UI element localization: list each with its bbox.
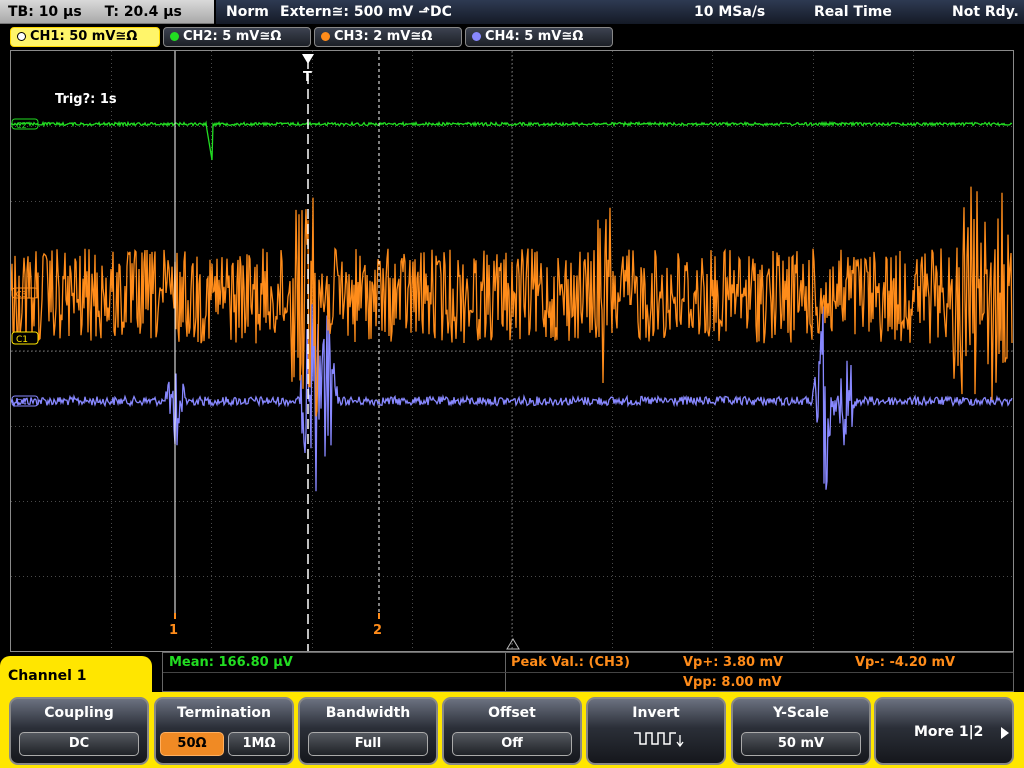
termination-label: Termination — [177, 705, 271, 721]
offset-softkey[interactable]: Offset Off — [442, 697, 582, 765]
tab-ch4-label: CH4: 5 mV≅Ω — [485, 29, 584, 44]
timebase-value: TB: 10 µs — [8, 4, 82, 20]
waveform-canvas: Trig?: 1s T 1 2 C2 C3 C1 C4 — [10, 51, 1013, 651]
graticule — [11, 51, 1013, 651]
vp-plus-value: Vp+: 3.80 mV — [683, 655, 784, 670]
trigger-marker: T — [303, 70, 312, 85]
oscilloscope-screen: TB: 10 µs T: 20.4 µs Norm Extern≅: 500 m… — [0, 0, 1024, 768]
measurement-panel[interactable]: Mean: 166.80 µV Peak Val.: (CH3) Vp+: 3.… — [162, 652, 1014, 692]
mean-measurement: Mean: 166.80 µV — [169, 655, 293, 670]
trigger-timeout-label: Trig?: 1s — [55, 92, 117, 107]
ch4-marker-label: C4 — [16, 398, 27, 407]
ch2-dot-icon — [170, 32, 179, 41]
acquisition-mode: Real Time — [814, 4, 892, 20]
invert-softkey[interactable]: Invert — [586, 697, 726, 765]
trigger-source: Extern≅: 500 mV ⬏DC — [280, 4, 452, 20]
y-scale-softkey[interactable]: Y-Scale 50 mV — [731, 697, 871, 765]
run-status: Not Rdy. — [952, 4, 1019, 20]
ch3-marker-label: C3 — [16, 290, 27, 299]
bandwidth-value[interactable]: Full — [308, 732, 428, 756]
offset-value[interactable]: Off — [452, 732, 572, 756]
tab-ch1-label: CH1: 50 mV≅Ω — [30, 29, 138, 44]
y-scale-label: Y-Scale — [772, 705, 829, 721]
trigger-mode: Norm — [226, 4, 269, 20]
termination-50-ohm-option[interactable]: 50Ω — [160, 732, 224, 756]
ch2-level-marker[interactable]: C2 — [11, 118, 39, 130]
timebase-panel[interactable]: TB: 10 µs T: 20.4 µs — [0, 0, 214, 24]
coupling-label: Coupling — [44, 705, 114, 721]
cursor-2-label: 2 — [373, 623, 382, 638]
ch2-marker-label: C2 — [16, 121, 27, 130]
termination-1m-ohm-option[interactable]: 1MΩ — [228, 732, 290, 756]
bandwidth-softkey[interactable]: Bandwidth Full — [298, 697, 438, 765]
coupling-value[interactable]: DC — [19, 732, 139, 756]
tab-ch3[interactable]: CH3: 2 mV≅Ω — [314, 27, 462, 47]
tab-ch1[interactable]: CH1: 50 mV≅Ω — [10, 27, 160, 47]
ch3-dot-icon — [321, 32, 330, 41]
offset-label: Offset — [488, 705, 536, 721]
divider — [163, 672, 1013, 673]
cursor-1-label: 1 — [169, 623, 178, 638]
more-softkey[interactable]: More 1|2 — [874, 697, 1014, 765]
y-scale-value[interactable]: 50 mV — [741, 732, 861, 756]
trigger-status-bar[interactable]: Norm Extern≅: 500 mV ⬏DC 10 MSa/s Real T… — [216, 0, 1024, 24]
ch1-level-marker[interactable]: C1 — [11, 331, 39, 345]
tab-ch3-label: CH3: 2 mV≅Ω — [334, 29, 433, 44]
invert-label: Invert — [632, 705, 680, 721]
ch1-marker-label: C1 — [16, 335, 28, 345]
termination-softkey[interactable]: Termination 50Ω 1MΩ — [154, 697, 294, 765]
vp-minus-value: Vp-: -4.20 mV — [855, 655, 956, 670]
waveform-display[interactable]: Trig?: 1s T 1 2 C2 C3 C1 C4 — [10, 50, 1014, 652]
menu-title: Channel 1 — [8, 668, 87, 684]
coupling-softkey[interactable]: Coupling DC — [9, 697, 149, 765]
tab-ch2[interactable]: CH2: 5 mV≅Ω — [163, 27, 311, 47]
ch1-dot-icon — [17, 32, 26, 41]
trigger-time-value: T: 20.4 µs — [104, 4, 182, 20]
tab-ch4[interactable]: CH4: 5 mV≅Ω — [465, 27, 613, 47]
invert-square-wave-icon — [634, 732, 684, 748]
more-label: More 1|2 — [914, 724, 984, 740]
peak-value-label: Peak Val.: (CH3) — [511, 655, 630, 670]
tab-ch2-label: CH2: 5 mV≅Ω — [183, 29, 282, 44]
menu-title-tab: Channel 1 — [0, 656, 152, 696]
ch4-dot-icon — [472, 32, 481, 41]
vpp-value: Vpp: 8.00 mV — [683, 675, 782, 690]
arrow-right-icon — [1001, 727, 1009, 739]
bandwidth-label: Bandwidth — [325, 705, 411, 721]
sample-rate: 10 MSa/s — [694, 4, 766, 20]
ch3-trace — [10, 186, 1013, 417]
